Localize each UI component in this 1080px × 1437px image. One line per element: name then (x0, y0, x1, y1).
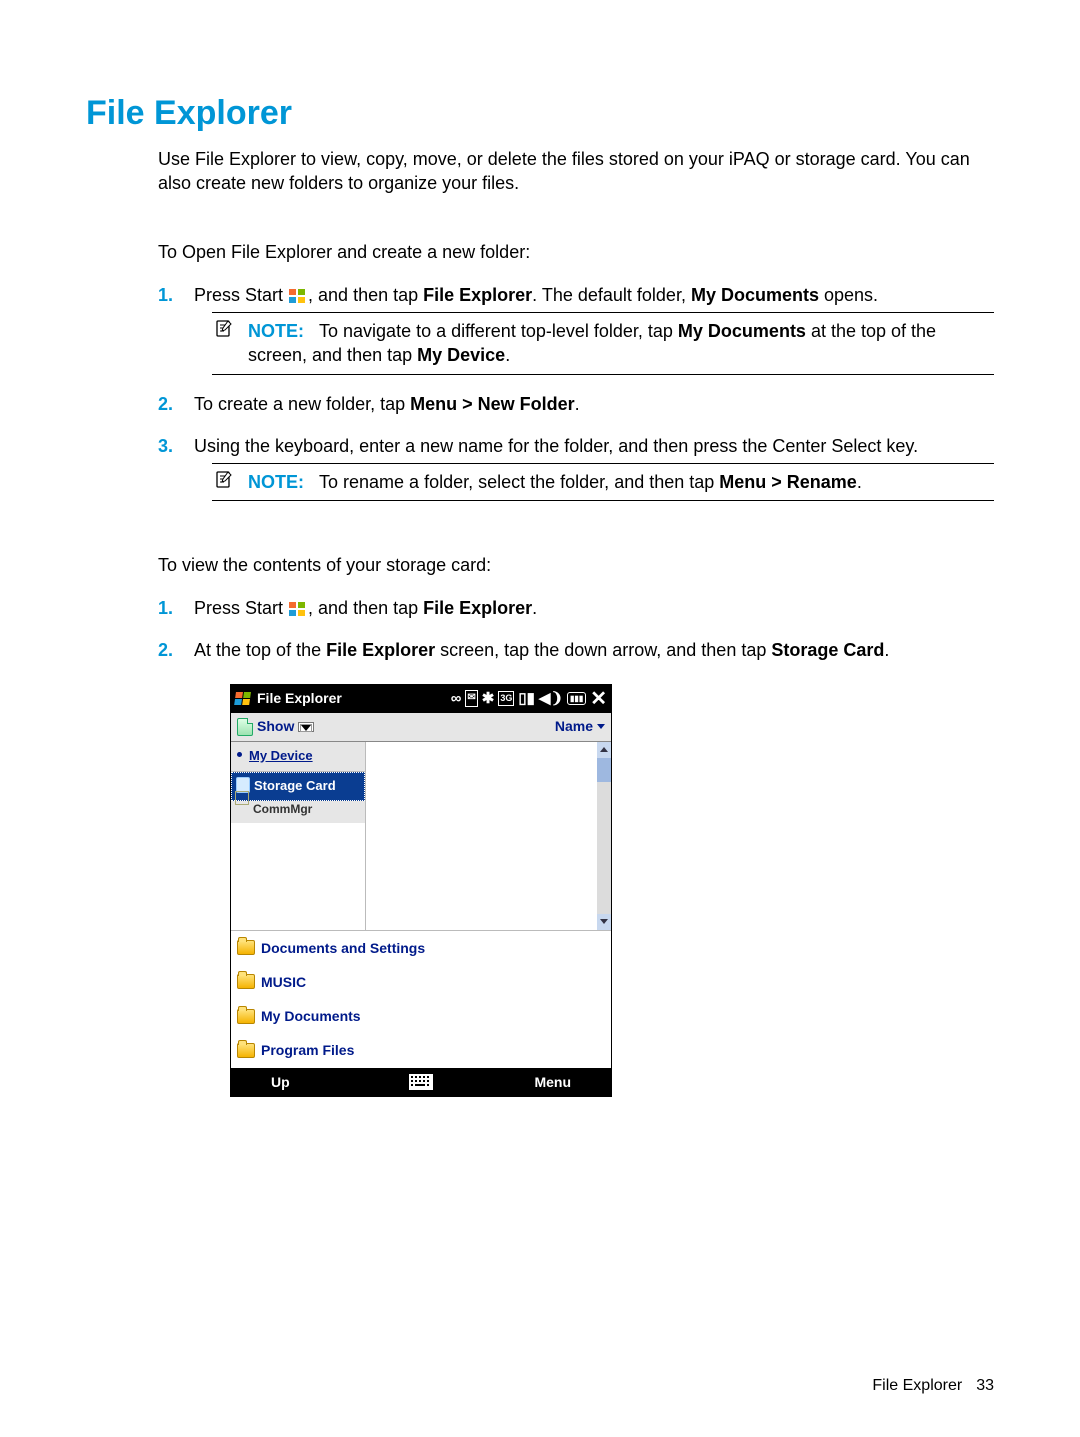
s2s1-c: File Explorer (423, 598, 532, 618)
s2s2-d: Storage Card (771, 640, 884, 660)
section-heading: File Explorer (86, 94, 994, 133)
dropdown-arrow-icon (298, 722, 314, 732)
scroll-up-button[interactable] (597, 742, 611, 758)
page-number: 33 (976, 1377, 994, 1395)
dropdown-arrow-icon (597, 724, 605, 729)
device-toolbar: Show Name (231, 713, 611, 742)
scrollbar[interactable] (597, 742, 611, 930)
tree-truncated: CommMgr (231, 801, 365, 822)
mail-icon: ✉ (465, 690, 477, 707)
s2s2-b: File Explorer (326, 640, 435, 660)
folder-icon (235, 791, 249, 805)
note2-text-c: . (857, 472, 862, 492)
folder-icon (237, 1043, 255, 1058)
volume-icon: ◀❩ (539, 688, 563, 710)
s2s1-d: . (532, 598, 537, 618)
network-3g-icon: 3G (498, 691, 514, 706)
tree-trunc-label: CommMgr (253, 802, 312, 816)
list-item[interactable]: Program Files (231, 1033, 611, 1067)
step1-text-a: Press Start (194, 285, 288, 305)
tree-selected-label: Storage Card (254, 778, 336, 793)
keyboard-icon[interactable] (409, 1074, 433, 1090)
device-screenshot: File Explorer ∞ ✉ ✱ 3G ▯▮ ◀❩ ▮▮▮ ✕ (230, 684, 612, 1097)
folder-icon (237, 1009, 255, 1024)
note-label: NOTE: (248, 321, 304, 341)
folder-icon (237, 974, 255, 989)
folder-icon (237, 940, 255, 955)
bullet-icon (237, 752, 242, 757)
file-label: Documents and Settings (261, 938, 425, 958)
section2-lead: To view the contents of your storage car… (158, 553, 994, 577)
tree-root-label: My Device (249, 748, 313, 763)
show-dropdown[interactable]: Show (237, 716, 314, 736)
step3: Using the keyboard, enter a new name for… (158, 433, 994, 501)
file-label: My Documents (261, 1006, 361, 1026)
note1-text-e: . (505, 345, 510, 365)
page-footer: File Explorer 33 (872, 1377, 994, 1395)
list-item[interactable]: MUSIC (231, 965, 611, 999)
step1-text-d: . The default folder, (532, 285, 691, 305)
footer-label: File Explorer (872, 1377, 962, 1395)
list-item[interactable]: Documents and Settings (231, 930, 611, 965)
s2s2-e: . (884, 640, 889, 660)
step1-text-f: opens. (819, 285, 878, 305)
s2s2-c: screen, tap the down arrow, and then tap (435, 640, 771, 660)
file-label: MUSIC (261, 972, 306, 992)
scroll-down-button[interactable] (597, 914, 611, 930)
step1: Press Start , and then tap File Explorer… (158, 282, 994, 375)
status-icons: ∞ ✉ ✱ 3G ▯▮ ◀❩ ▮▮▮ ✕ (451, 688, 607, 710)
step2-text-c: . (575, 394, 580, 414)
step3-text: Using the keyboard, enter a new name for… (194, 436, 918, 456)
file-list (365, 742, 611, 930)
sec2-step2: At the top of the File Explorer screen, … (158, 637, 994, 1096)
step2-text-a: To create a new folder, tap (194, 394, 410, 414)
device-title: File Explorer (257, 688, 342, 708)
step2: To create a new folder, tap Menu > New F… (158, 391, 994, 417)
chevron-up-icon (600, 747, 608, 752)
device-titlebar: File Explorer ∞ ✉ ✱ 3G ▯▮ ◀❩ ▮▮▮ ✕ (231, 685, 611, 713)
sec2-step1: Press Start , and then tap File Explorer… (158, 595, 994, 621)
step2-bold: Menu > New Folder (410, 394, 575, 414)
note1-bold-1: My Documents (678, 321, 806, 341)
sd-card-icon (237, 718, 253, 736)
note2-bold: Menu > Rename (719, 472, 857, 492)
chevron-down-icon (600, 919, 608, 924)
windows-flag-icon (289, 602, 307, 616)
step1-text-b: , and then tap (308, 285, 423, 305)
note-2: NOTE: To rename a folder, select the fol… (212, 463, 994, 501)
step1-bold-2: My Documents (691, 285, 819, 305)
note-label: NOTE: (248, 472, 304, 492)
note-icon (214, 319, 234, 339)
file-label: Program Files (261, 1040, 354, 1060)
sort-dropdown[interactable]: Name (555, 716, 605, 736)
section1-lead: To Open File Explorer and create a new f… (158, 240, 994, 264)
signal-icon: ▯▮ (518, 688, 535, 710)
s2s2-a: At the top of the (194, 640, 326, 660)
intro-paragraph: Use File Explorer to view, copy, move, o… (158, 147, 994, 196)
scroll-thumb[interactable] (597, 758, 611, 782)
note1-text-a: To navigate to a different top-level fol… (319, 321, 678, 341)
softkey-menu[interactable]: Menu (534, 1072, 571, 1092)
softkey-bar: Up Menu (231, 1068, 611, 1096)
show-label: Show (257, 716, 294, 736)
tree-root[interactable]: My Device (231, 742, 365, 773)
bluetooth-icon: ✱ (482, 688, 495, 710)
folder-tree: My Device Storage Card CommMgr (231, 742, 365, 930)
connectivity-icon: ∞ (451, 688, 462, 710)
note-1: NOTE: To navigate to a different top-lev… (212, 312, 994, 375)
note1-bold-2: My Device (417, 345, 505, 365)
note-icon (214, 470, 234, 490)
start-flag-icon[interactable] (234, 692, 252, 706)
windows-flag-icon (289, 289, 307, 303)
s2s1-a: Press Start (194, 598, 288, 618)
list-item[interactable]: My Documents (231, 999, 611, 1033)
s2s1-b: , and then tap (308, 598, 423, 618)
tree-selected[interactable]: Storage Card (231, 772, 365, 801)
name-label: Name (555, 716, 593, 736)
note2-text-a: To rename a folder, select the folder, a… (319, 472, 719, 492)
close-icon[interactable]: ✕ (590, 689, 607, 709)
step1-bold-1: File Explorer (423, 285, 532, 305)
battery-icon: ▮▮▮ (567, 692, 586, 706)
softkey-up[interactable]: Up (271, 1072, 290, 1092)
